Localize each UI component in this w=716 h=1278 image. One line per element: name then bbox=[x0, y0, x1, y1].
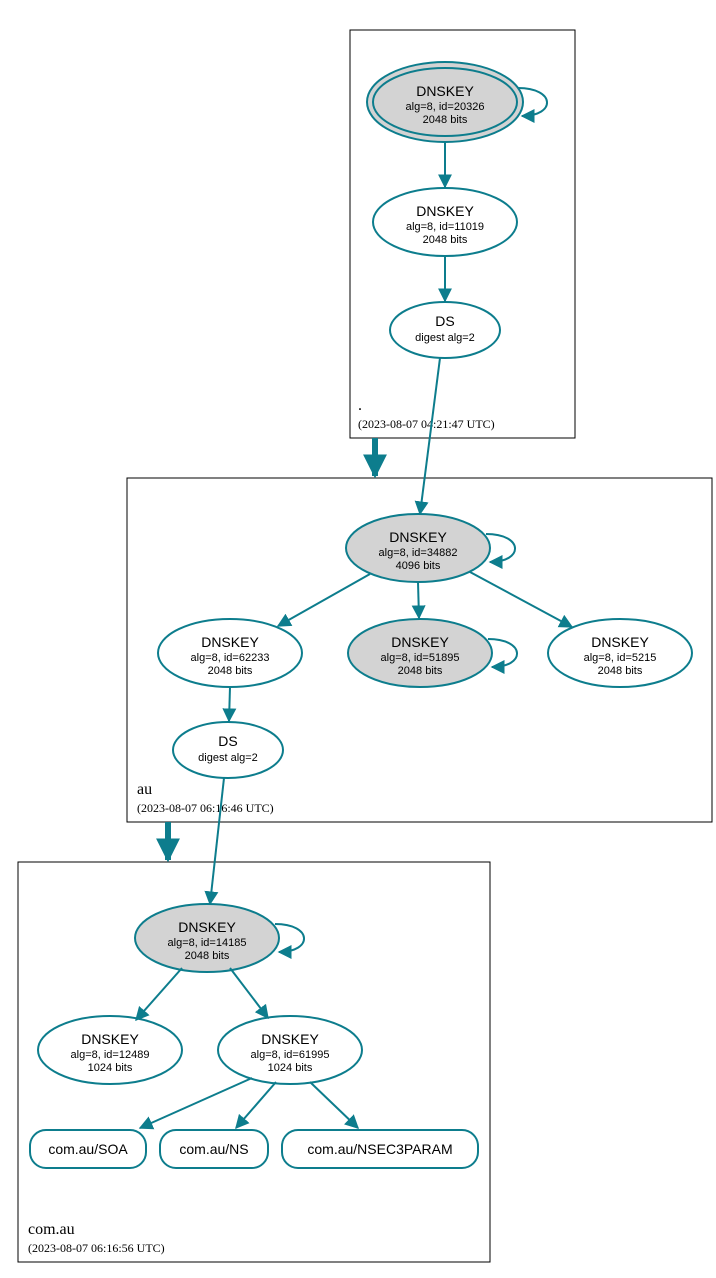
node-au-ds-s1: digest alg=2 bbox=[198, 752, 258, 764]
node-root-ds bbox=[390, 302, 500, 358]
node-comau-k2-title: DNSKEY bbox=[261, 1031, 319, 1047]
node-root-zsk-s1: alg=8, id=11019 bbox=[406, 221, 484, 233]
node-au-ds bbox=[173, 722, 283, 778]
node-comau-ksk-s2: 2048 bits bbox=[185, 950, 230, 962]
edge-comau-k2-to-soa bbox=[140, 1078, 252, 1128]
node-au-k1-title: DNSKEY bbox=[201, 634, 259, 650]
node-root-ksk-s2: 2048 bits bbox=[423, 114, 468, 126]
node-rr-ns-title: com.au/NS bbox=[179, 1141, 248, 1157]
node-au-ds-title: DS bbox=[218, 733, 237, 749]
dnssec-diagram: . (2023-08-07 04:21:47 UTC) au (2023-08-… bbox=[0, 0, 716, 1278]
node-au-ksk-s1: alg=8, id=34882 bbox=[379, 547, 458, 559]
zone-ts-comau: (2023-08-07 06:16:56 UTC) bbox=[28, 1241, 165, 1255]
node-root-ksk-title: DNSKEY bbox=[416, 83, 474, 99]
edge-au-ksk-to-k2 bbox=[418, 582, 419, 618]
node-au-k3-title: DNSKEY bbox=[591, 634, 649, 650]
node-au-k1-s1: alg=8, id=62233 bbox=[191, 652, 270, 664]
edge-au-ksk-to-k1 bbox=[278, 574, 370, 626]
zone-name-au: au bbox=[137, 781, 152, 798]
node-au-k3-s2: 2048 bits bbox=[598, 665, 643, 677]
edge-au-k1-to-ds bbox=[229, 687, 230, 721]
node-au-ksk-s2: 4096 bits bbox=[396, 560, 441, 572]
edge-comau-ksk-to-k1 bbox=[136, 968, 182, 1020]
node-root-zsk-s2: 2048 bits bbox=[423, 234, 468, 246]
node-comau-k1-title: DNSKEY bbox=[81, 1031, 139, 1047]
edge-root-ds-to-au-ksk bbox=[420, 358, 440, 514]
node-au-k1-s2: 2048 bits bbox=[208, 665, 253, 677]
edge-comau-k2-to-nsec bbox=[310, 1082, 358, 1128]
node-rr-nsec-title: com.au/NSEC3PARAM bbox=[307, 1141, 452, 1157]
zone-name-root: . bbox=[358, 397, 362, 414]
node-root-ds-s1: digest alg=2 bbox=[415, 332, 475, 344]
edge-au-ksk-to-k3 bbox=[470, 572, 572, 627]
node-au-k2-title: DNSKEY bbox=[391, 634, 449, 650]
edge-au-ds-to-comau-ksk bbox=[210, 778, 224, 904]
node-comau-k2-s1: alg=8, id=61995 bbox=[251, 1049, 330, 1061]
node-au-k2-s1: alg=8, id=51895 bbox=[381, 652, 460, 664]
node-au-k3-s1: alg=8, id=5215 bbox=[584, 652, 657, 664]
node-root-ksk-s1: alg=8, id=20326 bbox=[406, 101, 485, 113]
zone-ts-root: (2023-08-07 04:21:47 UTC) bbox=[358, 417, 495, 431]
node-au-ksk-title: DNSKEY bbox=[389, 529, 447, 545]
node-comau-k1-s1: alg=8, id=12489 bbox=[71, 1049, 150, 1061]
node-root-ds-title: DS bbox=[435, 313, 454, 329]
node-comau-k1-s2: 1024 bits bbox=[88, 1062, 133, 1074]
node-comau-ksk-title: DNSKEY bbox=[178, 919, 236, 935]
node-rr-soa-title: com.au/SOA bbox=[48, 1141, 128, 1157]
node-comau-k2-s2: 1024 bits bbox=[268, 1062, 313, 1074]
node-comau-ksk-s1: alg=8, id=14185 bbox=[168, 937, 247, 949]
node-au-k2-s2: 2048 bits bbox=[398, 665, 443, 677]
zone-name-comau: com.au bbox=[28, 1221, 75, 1238]
node-root-zsk-title: DNSKEY bbox=[416, 203, 474, 219]
zone-ts-au: (2023-08-07 06:16:46 UTC) bbox=[137, 801, 274, 815]
edge-comau-k2-to-ns bbox=[236, 1082, 276, 1128]
edge-comau-ksk-to-k2 bbox=[230, 968, 268, 1018]
